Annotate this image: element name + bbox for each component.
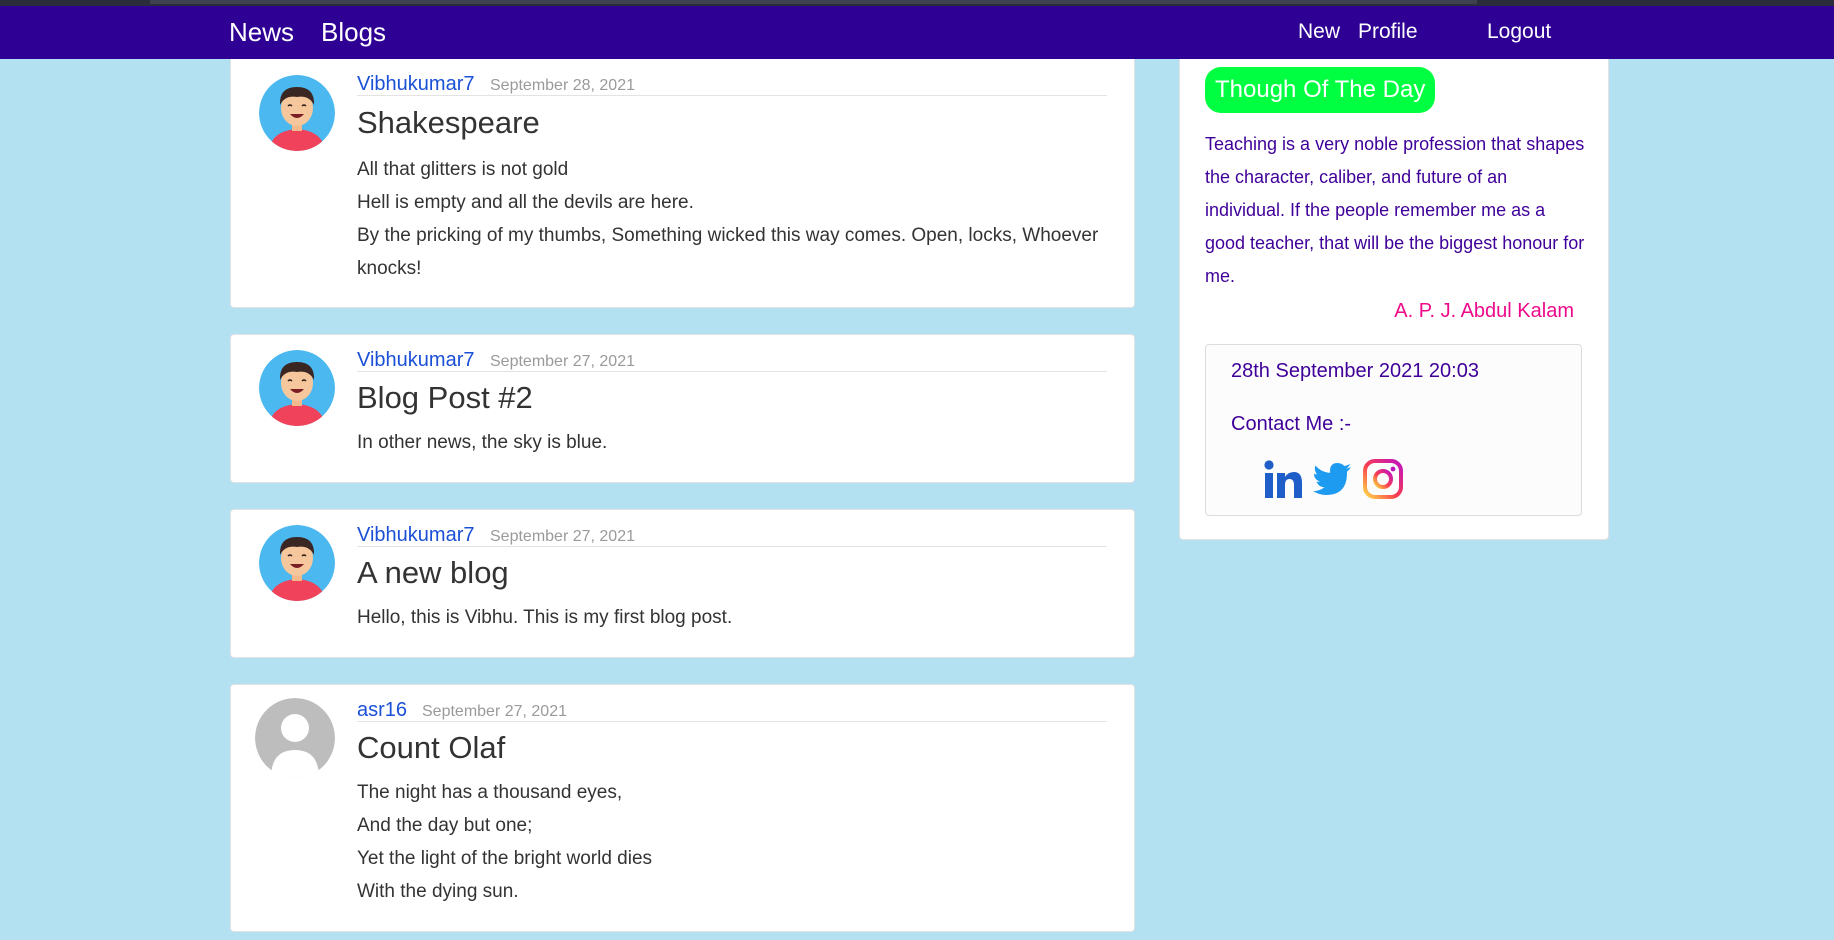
post-line: Yet the light of the bright world dies (357, 848, 653, 869)
post-author-link[interactable]: Vibhukumar7 (357, 349, 474, 372)
quote-text: Teaching is a very noble profession that… (1205, 134, 1585, 286)
post-date: September 28, 2021 (490, 77, 635, 94)
cartoon-boy-avatar (259, 75, 335, 151)
cartoon-boy-avatar (259, 350, 335, 426)
post-meta: Vibhukumar7 September 27, 2021 (357, 524, 1107, 547)
post-line: With the dying sun. (357, 881, 519, 902)
post-title[interactable]: Shakespeare (357, 105, 540, 141)
post-line: The night has a thousand eyes, (357, 782, 623, 803)
post-content: All that glitters is not gold Hell is em… (357, 153, 1117, 285)
post-card: Vibhukumar7 September 27, 2021 Blog Post… (230, 334, 1135, 483)
post-content: The night has a thousand eyes, And the d… (357, 776, 1117, 908)
post-author-link[interactable]: asr16 (357, 699, 407, 722)
current-datetime: 28th September 2021 20:03 (1231, 360, 1479, 382)
post-content: In other news, the sky is blue. (357, 426, 1117, 459)
thought-sidebar: Though Of The Day Teaching is a very nob… (1179, 59, 1609, 540)
nav-logout-link[interactable]: Logout (1487, 20, 1551, 44)
nav-blogs-link[interactable]: Blogs (321, 17, 386, 48)
post-date: September 27, 2021 (490, 353, 635, 370)
nav-profile-link[interactable]: Profile (1358, 20, 1418, 44)
post-line: In other news, the sky is blue. (357, 432, 608, 453)
post-meta: asr16 September 27, 2021 (357, 699, 1107, 722)
post-date: September 27, 2021 (422, 703, 567, 720)
post-meta: Vibhukumar7 September 27, 2021 (357, 349, 1107, 372)
cartoon-boy-avatar (259, 525, 335, 601)
post-line: All that glitters is not gold (357, 159, 569, 180)
nav-new-link[interactable]: New (1298, 20, 1340, 44)
linkedin-icon[interactable] (1262, 458, 1304, 500)
nav-news-link[interactable]: News (229, 17, 294, 48)
default-user-avatar (255, 698, 335, 778)
instagram-icon[interactable] (1362, 458, 1404, 500)
post-title[interactable]: Blog Post #2 (357, 380, 533, 416)
post-author-link[interactable]: Vibhukumar7 (357, 73, 474, 96)
post-meta: Vibhukumar7 September 28, 2021 (357, 73, 1107, 96)
post-line: Hell is empty and all the devils are her… (357, 192, 694, 213)
post-date: September 27, 2021 (490, 528, 635, 545)
top-strip-bar (150, 0, 1477, 4)
post-title[interactable]: A new blog (357, 555, 509, 591)
contact-box: 28th September 2021 20:03 Contact Me :- (1205, 344, 1582, 516)
post-card: Vibhukumar7 September 28, 2021 Shakespea… (230, 59, 1135, 308)
navbar: News Blogs New Profile Logout (0, 6, 1834, 59)
post-content: Hello, this is Vibhu. This is my first b… (357, 601, 1117, 634)
contact-label: Contact Me :- (1231, 413, 1352, 435)
post-line: By the pricking of my thumbs, Something … (357, 225, 1099, 279)
post-card: asr16 September 27, 2021 Count Olaf The … (230, 684, 1135, 932)
post-author-link[interactable]: Vibhukumar7 (357, 524, 474, 547)
post-card: Vibhukumar7 September 27, 2021 A new blo… (230, 509, 1135, 658)
thought-of-day-badge: Though Of The Day (1205, 67, 1436, 113)
twitter-icon[interactable] (1312, 458, 1354, 500)
post-line: And the day but one; (357, 815, 533, 836)
quote-author: A. P. J. Abdul Kalam (1394, 300, 1574, 322)
post-line: Hello, this is Vibhu. This is my first b… (357, 607, 733, 628)
post-title[interactable]: Count Olaf (357, 730, 505, 766)
